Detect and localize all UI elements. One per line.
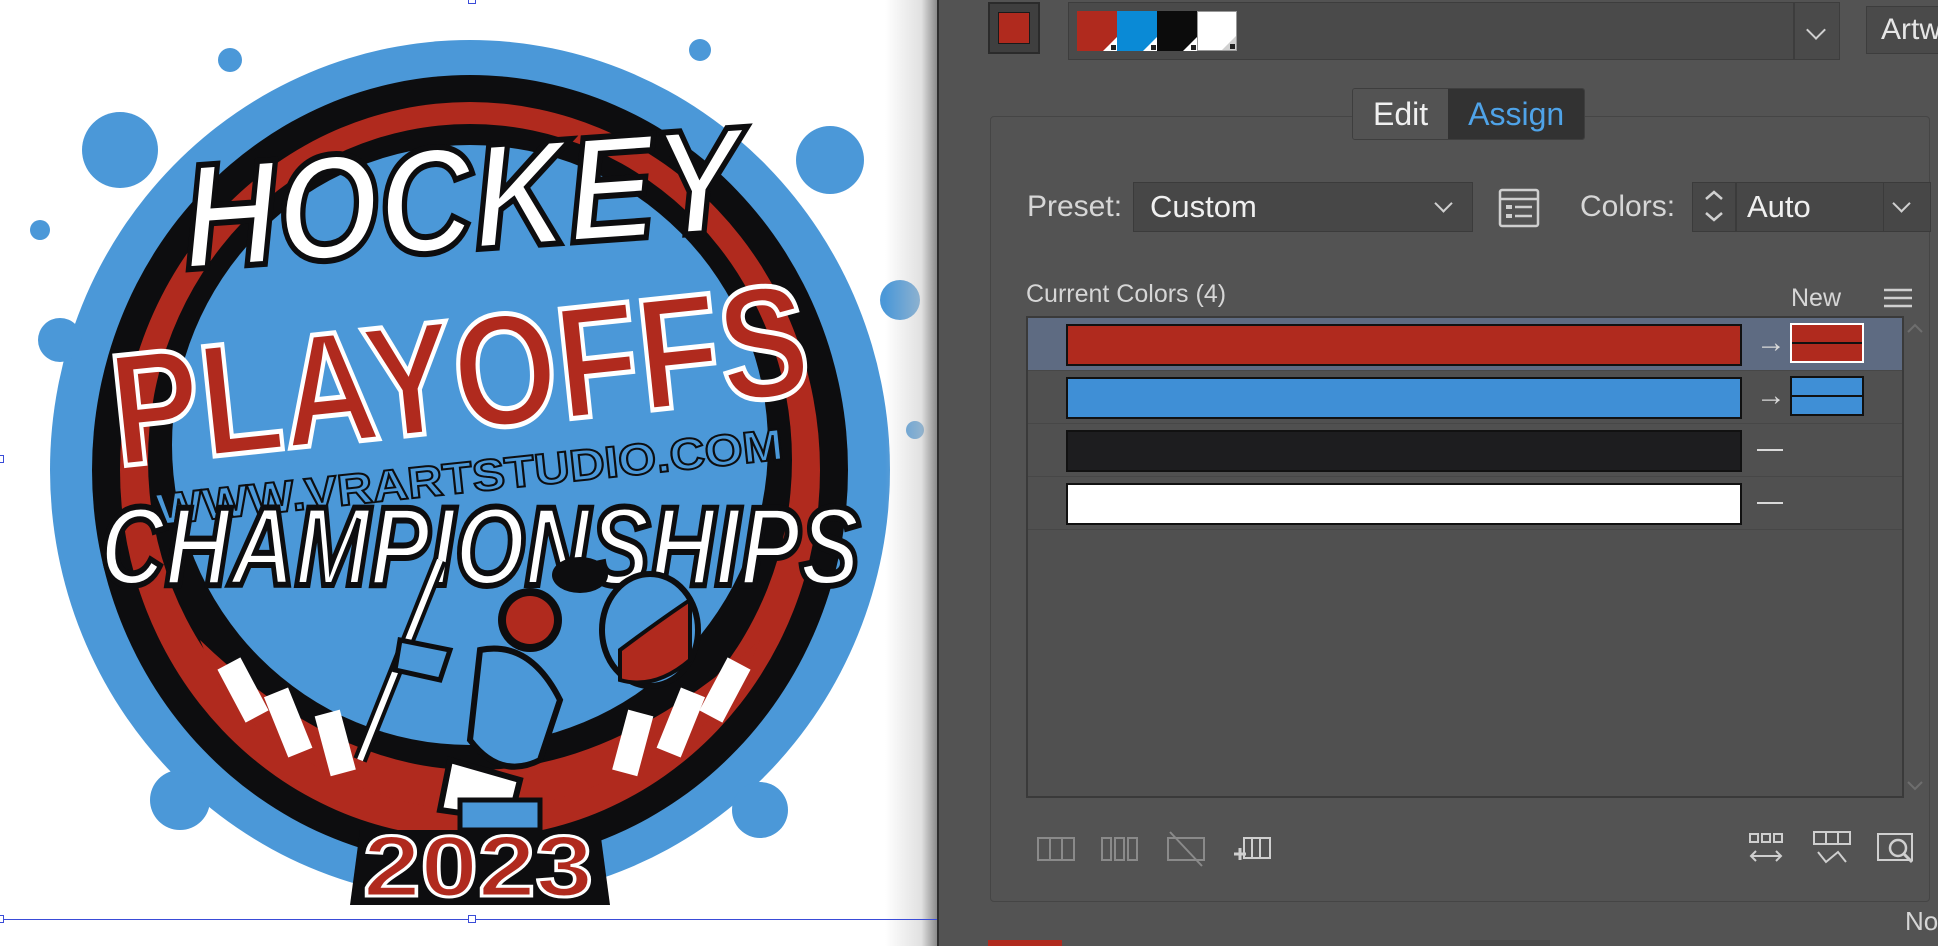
color-row-white[interactable] — [1028, 477, 1902, 530]
color-group-swatch-white[interactable] — [1197, 11, 1237, 51]
panel-divider — [937, 0, 939, 946]
new-color-swatch-red[interactable] — [1790, 323, 1864, 363]
dropdown-divider — [1883, 183, 1884, 231]
logo-text-year: 2023 — [363, 819, 593, 915]
list-scrollbar[interactable] — [1904, 316, 1926, 798]
edit-assign-tabs: Edit Assign — [1352, 88, 1586, 140]
current-colors-list: → → — [1026, 316, 1904, 798]
current-color-bar-blue[interactable] — [1066, 377, 1742, 419]
color-group-swatch-black[interactable] — [1157, 11, 1197, 51]
colors-count-dropdown[interactable]: Auto — [1736, 182, 1931, 232]
color-group-swatch-blue[interactable] — [1117, 11, 1157, 51]
tab-assign[interactable]: Assign — [1448, 89, 1585, 139]
artwork-colors-button[interactable]: Artw — [1866, 6, 1938, 54]
selection-handle-bottom-left[interactable] — [0, 915, 4, 923]
current-color-bar-red[interactable] — [1066, 324, 1742, 366]
new-colors-label: New — [1791, 284, 1842, 312]
colors-value: Auto — [1747, 189, 1811, 224]
current-colors-label: Current Colors (4) — [1026, 280, 1227, 308]
unmapped-dash-icon[interactable] — [1757, 449, 1783, 451]
up-down-stepper-icon[interactable] — [1692, 182, 1736, 232]
bottom-color-swatch[interactable] — [988, 940, 1062, 946]
randomize-order-icon[interactable] — [1746, 828, 1786, 868]
exclude-color-icon[interactable] — [1166, 828, 1206, 868]
tab-edit[interactable]: Edit — [1353, 89, 1449, 139]
map-arrow-icon[interactable]: → — [1756, 328, 1786, 358]
artboard-canvas[interactable]: HOCKEY PLAYOFFS WWW.VRARTSTUDIO.COM CHAM… — [0, 0, 937, 946]
selection-handle-top-center[interactable] — [468, 0, 476, 4]
logo-text-championships: CHAMPIONSHIPS — [100, 484, 860, 609]
current-color-bar-white[interactable] — [1066, 483, 1742, 525]
color-row-black[interactable] — [1028, 424, 1902, 477]
swatch-divider — [1792, 395, 1862, 397]
split-columns-icon[interactable] — [1100, 828, 1140, 868]
color-group-swatch-red[interactable] — [1077, 11, 1117, 51]
new-color-swatch-blue[interactable] — [1790, 376, 1864, 416]
preset-value: Custom — [1150, 189, 1257, 224]
active-color-swatch[interactable] — [988, 2, 1040, 54]
new-row-icon[interactable] — [1232, 828, 1272, 868]
color-groups-icon[interactable] — [1497, 186, 1541, 230]
selection-handle-middle-left[interactable] — [0, 455, 4, 463]
color-row-blue[interactable]: → — [1028, 371, 1902, 424]
current-color-bar-black[interactable] — [1066, 430, 1742, 472]
chevron-down-icon — [1434, 194, 1453, 213]
preset-label: Preset: — [1027, 190, 1123, 223]
hockey-playoffs-logo[interactable]: HOCKEY PLAYOFFS WWW.VRARTSTUDIO.COM CHAM… — [0, 0, 937, 946]
chevron-down-icon — [1806, 20, 1826, 40]
color-row-red[interactable]: → — [1028, 318, 1902, 371]
randomize-saturation-icon[interactable] — [1812, 828, 1852, 868]
bottom-control[interactable] — [1470, 940, 1550, 946]
footer-label: No — [1905, 906, 1938, 936]
color-group-dropdown[interactable] — [1794, 2, 1840, 60]
preset-dropdown[interactable]: Custom — [1133, 182, 1473, 232]
selection-handle-bottom-center[interactable] — [468, 915, 476, 923]
find-color-icon[interactable] — [1876, 828, 1916, 868]
map-arrow-icon[interactable]: → — [1756, 381, 1786, 411]
harmony-rows-icon[interactable] — [1036, 828, 1076, 868]
color-group-field[interactable] — [1068, 2, 1794, 60]
list-menu-icon[interactable] — [1882, 284, 1914, 312]
colors-label: Colors: — [1580, 190, 1676, 223]
stepper-arrows-icon — [1705, 190, 1723, 222]
swatch-divider — [1792, 342, 1862, 344]
chevron-down-icon — [1892, 194, 1911, 213]
active-color-fill — [998, 12, 1030, 44]
unmapped-dash-icon[interactable] — [1757, 502, 1783, 504]
canvas-edge-shadow — [885, 0, 937, 946]
